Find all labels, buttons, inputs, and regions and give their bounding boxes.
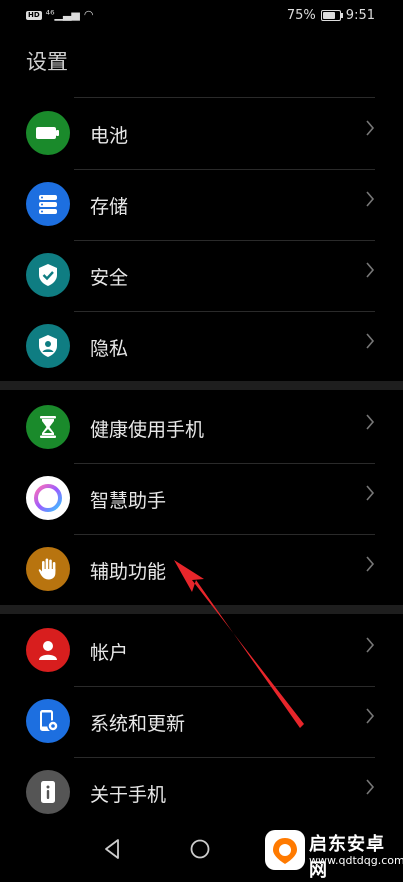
group-separator <box>0 605 403 614</box>
settings-item-label: 安全 <box>90 267 129 289</box>
battery-status-icon <box>320 10 343 21</box>
hand-icon <box>26 547 70 591</box>
chevron-right-icon <box>366 120 375 136</box>
clock: 9:51 <box>345 8 375 23</box>
settings-item-label: 电池 <box>90 125 129 147</box>
signal-icon: ⁴⁶▁▃▅ <box>45 8 80 21</box>
settings-item-label: 存储 <box>90 196 129 218</box>
page-title: 设置 <box>26 50 68 74</box>
status-right: 75% 9:51 <box>287 8 375 23</box>
settings-item-label: 帐户 <box>90 642 129 664</box>
hd-icon: HD <box>26 10 42 20</box>
divider <box>74 97 375 98</box>
status-left: HD ⁴⁶▁▃▅ ◠ <box>26 9 93 21</box>
settings-item-privacy[interactable]: 隐私 <box>0 312 403 382</box>
battery-percentage: 75% <box>286 8 316 23</box>
home-icon[interactable] <box>189 838 211 860</box>
system-update-icon <box>26 699 70 743</box>
shield-check-icon <box>26 253 70 297</box>
chevron-right-icon <box>366 779 375 795</box>
account-icon <box>26 628 70 672</box>
settings-item-label: 隐私 <box>90 338 129 360</box>
storage-icon <box>26 182 70 226</box>
settings-item-security[interactable]: 安全 <box>0 241 403 311</box>
settings-item-about-phone[interactable]: 关于手机 <box>0 758 403 828</box>
wifi-icon: ◠ <box>83 8 94 21</box>
status-bar: HD ⁴⁶▁▃▅ ◠ 75% 9:51 <box>0 0 403 32</box>
chevron-right-icon <box>366 556 375 572</box>
chevron-right-icon <box>366 637 375 653</box>
group-separator <box>0 381 403 390</box>
settings-item-label: 健康使用手机 <box>90 419 205 441</box>
settings-item-accessibility[interactable]: 辅助功能 <box>0 535 403 605</box>
settings-item-account[interactable]: 帐户 <box>0 616 403 686</box>
watermark-url: www.qdtdqg.com <box>309 854 403 867</box>
settings-item-battery[interactable]: 电池 <box>0 99 403 169</box>
chevron-right-icon <box>366 708 375 724</box>
chevron-right-icon <box>366 485 375 501</box>
hourglass-icon <box>26 405 70 449</box>
battery-icon <box>26 111 70 155</box>
settings-item-label: 智慧助手 <box>90 490 167 512</box>
chevron-right-icon <box>366 333 375 349</box>
chevron-right-icon <box>366 262 375 278</box>
settings-item-storage[interactable]: 存储 <box>0 170 403 240</box>
settings-item-label: 关于手机 <box>90 784 167 806</box>
privacy-icon <box>26 324 70 368</box>
watermark-logo-icon <box>265 830 305 870</box>
chevron-right-icon <box>366 191 375 207</box>
back-icon[interactable] <box>103 838 123 860</box>
settings-item-label: 系统和更新 <box>90 713 186 735</box>
settings-item-smart-assistant[interactable]: 智慧助手 <box>0 464 403 534</box>
settings-item-system-update[interactable]: 系统和更新 <box>0 687 403 757</box>
chevron-right-icon <box>366 414 375 430</box>
about-phone-icon <box>26 770 70 814</box>
assistant-ring-icon <box>26 476 70 520</box>
watermark: 启东安卓网 www.qdtdqg.com <box>263 822 403 881</box>
settings-item-label: 辅助功能 <box>90 561 167 583</box>
settings-item-digital-balance[interactable]: 健康使用手机 <box>0 393 403 463</box>
